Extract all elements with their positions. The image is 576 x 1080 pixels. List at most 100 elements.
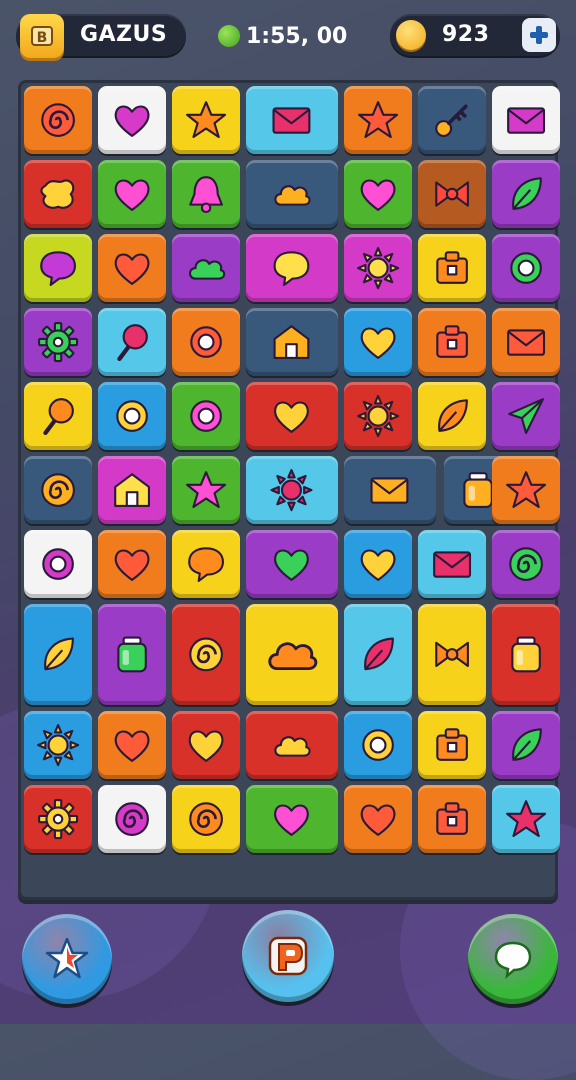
tile-cloud[interactable] — [246, 160, 338, 228]
tile-star[interactable] — [172, 86, 240, 154]
tile-cloud[interactable] — [246, 711, 338, 780]
tile-heart[interactable] — [172, 711, 240, 780]
tile-ring[interactable] — [172, 382, 240, 450]
tile-envelope[interactable] — [491, 308, 560, 376]
tile-envelope[interactable] — [246, 86, 338, 154]
tile-gear[interactable] — [24, 785, 92, 854]
tile-ring[interactable] — [24, 530, 92, 598]
heart-icon — [188, 730, 224, 763]
tile-ring[interactable] — [98, 382, 166, 450]
tile-ring[interactable] — [491, 234, 560, 302]
tile-blob[interactable] — [24, 160, 92, 228]
tile-sun[interactable] — [246, 456, 338, 524]
tile-leaf[interactable] — [417, 382, 486, 450]
tile-sun[interactable] — [24, 711, 92, 780]
tile-leaf[interactable] — [24, 604, 92, 706]
sun-icon — [356, 246, 399, 290]
cloud-icon — [268, 642, 318, 671]
tile-swirl[interactable] — [172, 604, 240, 706]
envelope-icon — [506, 107, 545, 134]
lollipop-icon — [43, 398, 74, 435]
tile-ring[interactable] — [343, 711, 412, 780]
tile-heart[interactable] — [98, 711, 166, 780]
house-icon — [273, 325, 310, 359]
tile-heart[interactable] — [246, 530, 338, 598]
tile-heart[interactable] — [246, 382, 338, 450]
tile-envelope[interactable] — [343, 456, 436, 524]
chat-button[interactable] — [468, 914, 558, 1004]
envelope-icon — [506, 329, 545, 356]
blob-icon — [40, 179, 75, 209]
player-panel[interactable]: B GAZUS — [16, 14, 186, 58]
tile-cloud[interactable] — [172, 234, 240, 302]
tile-swirl[interactable] — [172, 785, 240, 854]
tile-bell[interactable] — [172, 160, 240, 228]
tile-house[interactable] — [98, 456, 166, 524]
tile-plane[interactable] — [491, 382, 560, 450]
tile-box[interactable] — [417, 711, 486, 780]
swirl-icon — [189, 637, 223, 672]
tile-box[interactable] — [417, 308, 486, 376]
tile-star[interactable] — [491, 785, 560, 854]
tile-heart[interactable] — [246, 785, 338, 854]
ring-icon — [116, 400, 148, 432]
tile-swirl[interactable] — [491, 530, 560, 598]
tile-swirl[interactable] — [24, 86, 92, 154]
favorites-button[interactable] — [22, 914, 112, 1004]
tile-heart[interactable] — [98, 160, 166, 228]
tile-swirl[interactable] — [24, 456, 92, 524]
cloud-icon — [274, 736, 312, 757]
tile-box[interactable] — [417, 234, 486, 302]
tile-leaf[interactable] — [343, 604, 412, 706]
tile-leaf[interactable] — [491, 160, 560, 228]
tile-heart[interactable] — [98, 530, 166, 598]
tile-bubble[interactable] — [172, 530, 240, 598]
tile-sun[interactable] — [343, 234, 412, 302]
box-icon — [435, 802, 468, 836]
tile-heart[interactable] — [343, 160, 412, 228]
tile-swirl[interactable] — [98, 785, 166, 854]
tile-jar[interactable] — [491, 604, 560, 706]
tile-key[interactable] — [417, 86, 486, 154]
tile-heart[interactable] — [343, 530, 412, 598]
add-coins-button[interactable] — [522, 18, 556, 52]
jar-icon — [511, 636, 541, 673]
tile-lollipop[interactable] — [24, 382, 92, 450]
envelope-icon — [272, 107, 311, 134]
play-button[interactable] — [242, 910, 334, 1002]
tile-heart[interactable] — [98, 86, 166, 154]
sun-icon — [356, 394, 399, 438]
tile-bow[interactable] — [417, 160, 486, 228]
tile-bubble[interactable] — [246, 234, 338, 302]
tile-envelope[interactable] — [491, 86, 560, 154]
tile-leaf[interactable] — [491, 711, 560, 780]
tile-ring[interactable] — [172, 308, 240, 376]
star-icon — [505, 800, 546, 838]
coin-panel: 923 — [390, 14, 560, 56]
tile-sun[interactable] — [343, 382, 412, 450]
tile-house[interactable] — [246, 308, 338, 376]
tile-envelope[interactable] — [417, 530, 486, 598]
bubble-icon — [188, 547, 224, 582]
tile-star[interactable] — [172, 456, 240, 524]
tile-jar[interactable] — [98, 604, 166, 706]
ring-icon — [361, 729, 394, 762]
tile-heart[interactable] — [343, 785, 412, 854]
tile-lollipop[interactable] — [98, 308, 166, 376]
heart-icon — [114, 179, 150, 211]
swirl-icon — [115, 802, 149, 837]
tile-gear[interactable] — [24, 308, 92, 376]
tile-bubble[interactable] — [24, 234, 92, 302]
tile-heart[interactable] — [98, 234, 166, 302]
tile-star[interactable] — [343, 86, 412, 154]
tile-star[interactable] — [491, 456, 560, 524]
tile-box[interactable] — [417, 785, 486, 854]
swirl-icon — [508, 547, 543, 581]
tile-cloud[interactable] — [246, 604, 338, 706]
tile-heart[interactable] — [343, 308, 412, 376]
star-icon — [185, 471, 227, 508]
star-icon — [185, 101, 227, 138]
heart-icon — [274, 401, 310, 433]
ring-icon — [509, 252, 542, 284]
tile-bow[interactable] — [417, 604, 486, 706]
